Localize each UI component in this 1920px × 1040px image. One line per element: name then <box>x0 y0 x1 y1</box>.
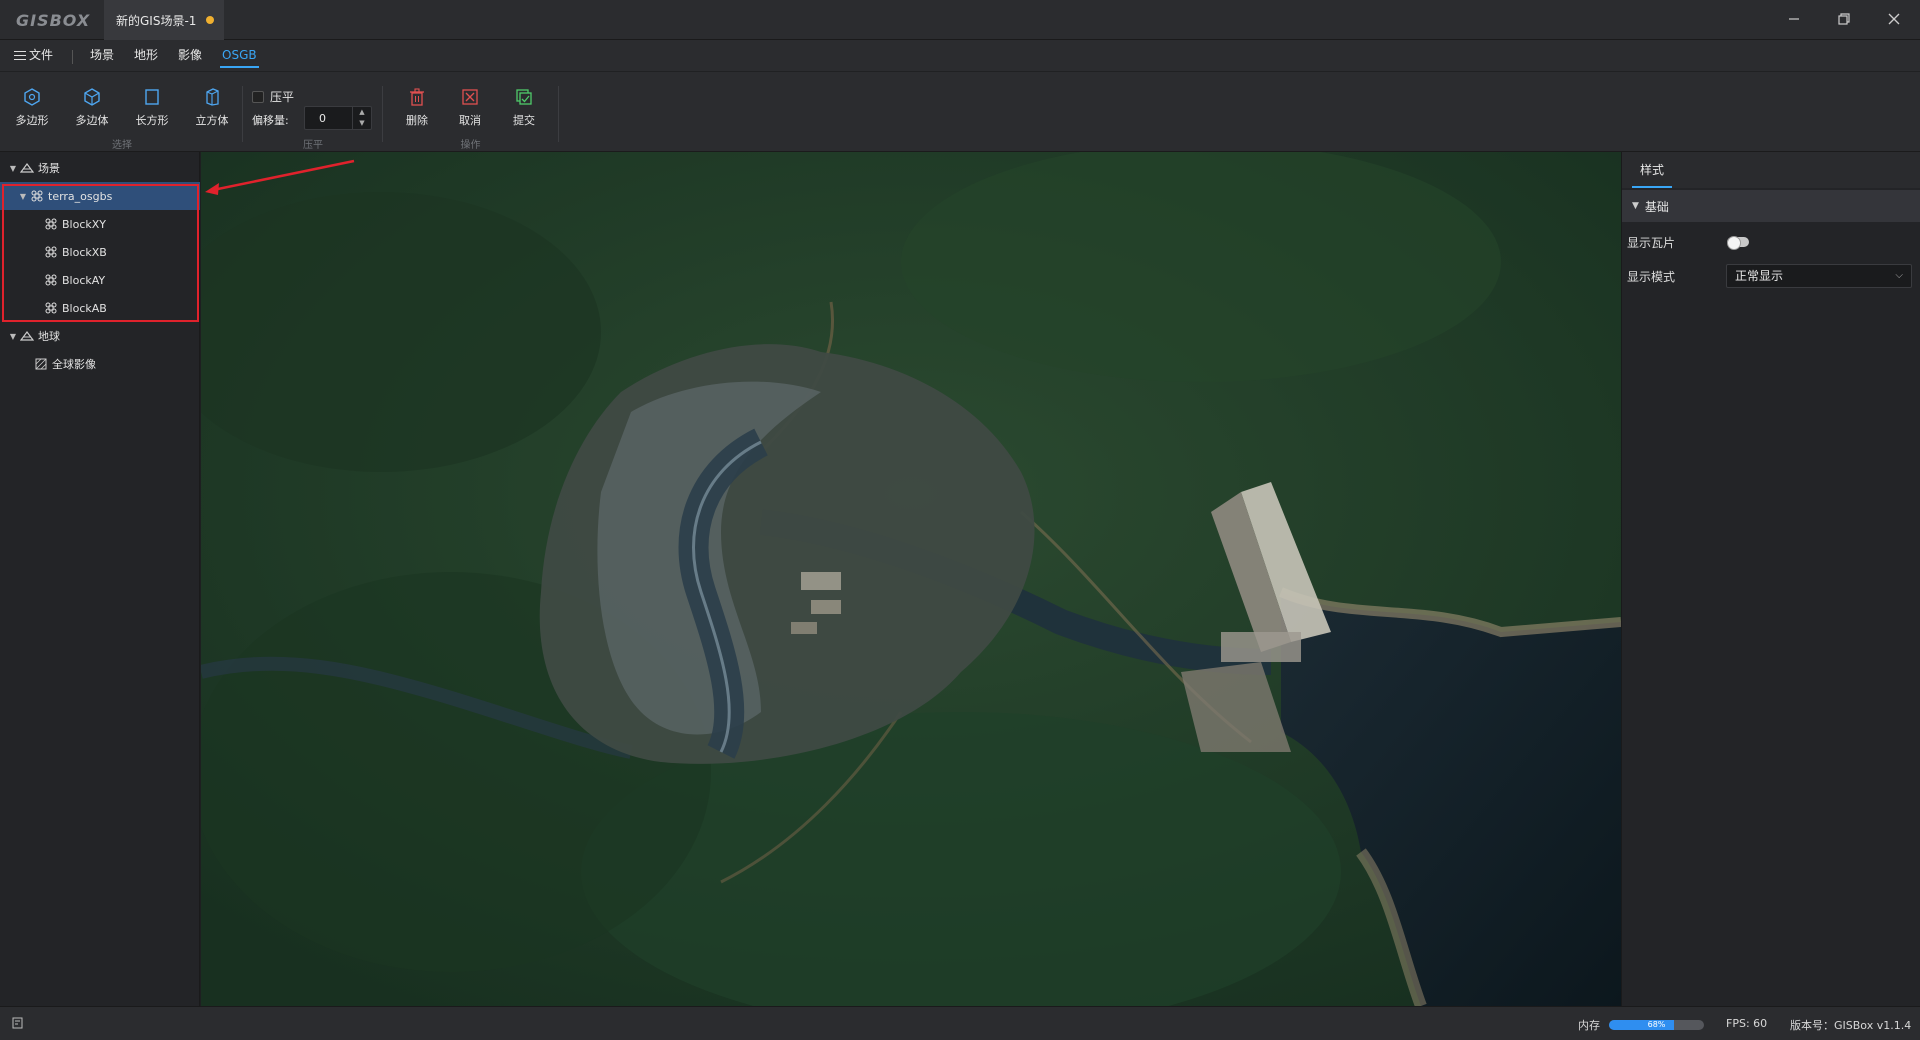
flatten-checkbox-label: 压平 <box>270 90 295 104</box>
offset-stepper[interactable]: ▲ ▼ <box>352 107 371 129</box>
toolbar-divider <box>242 86 243 142</box>
title-bar: GISBOX 新的GIS场景-1 <box>0 0 1920 40</box>
tree-node-terra-osgbs[interactable]: ▼ terra_osgbs <box>0 182 200 210</box>
scene-tree-panel: ▼ 场景 ▼ terra_osgbs BlockXY BlockXB Block… <box>0 152 200 1006</box>
cuboid-button[interactable]: 立方体 <box>188 86 236 130</box>
memory-progress-text: 68% <box>1647 1020 1666 1029</box>
properties-panel: 样式 ▼ 基础 显示瓦片 显示模式 正常显示 ⌵ <box>1621 152 1920 1006</box>
flatten-checkbox[interactable] <box>252 90 264 103</box>
caret-down-icon[interactable]: ▼ <box>16 192 30 201</box>
chevron-down-icon[interactable]: ▼ <box>353 118 371 129</box>
menu-terrain[interactable]: 地形 <box>134 40 158 72</box>
rectangle-button[interactable]: 长方形 <box>128 86 176 130</box>
status-bar: 内存 68% FPS: 60 版本号：GISBox v1.1.4 <box>0 1006 1920 1040</box>
app-logo: GISBOX <box>16 11 91 30</box>
hexagon-icon <box>8 86 56 108</box>
restore-icon[interactable] <box>1832 8 1856 32</box>
minimize-icon[interactable] <box>1782 8 1806 32</box>
properties-tabbar: 样式 <box>1622 152 1920 188</box>
submit-icon <box>500 86 548 108</box>
tab-style[interactable]: 样式 <box>1632 152 1673 188</box>
menu-osgb[interactable]: OSGB <box>220 40 259 72</box>
model-node-icon <box>44 218 58 230</box>
menu-icon <box>14 51 26 60</box>
model-node-icon <box>44 246 58 258</box>
chevron-up-icon[interactable]: ▲ <box>353 107 371 118</box>
memory-progress-bar: 68% <box>1609 1020 1704 1030</box>
menu-bar: 文件 场景 地形 影像 OSGB <box>0 40 1920 72</box>
action-group-label: 操作 <box>460 140 481 151</box>
menu-divider <box>72 50 73 64</box>
file-menu[interactable]: 文件 <box>14 40 53 72</box>
polygon-button[interactable]: 多边形 <box>8 86 56 130</box>
unsaved-indicator-icon <box>206 16 214 24</box>
submit-button[interactable]: 提交 <box>500 86 548 130</box>
tree-node-block[interactable]: BlockAY <box>0 266 200 294</box>
trash-icon <box>393 86 441 108</box>
tree-node-block[interactable]: BlockAB <box>0 294 200 322</box>
aerial-scene <box>201 152 1621 1006</box>
flatten-group-label: 压平 <box>303 140 323 151</box>
offset-label: 偏移量: <box>252 114 289 127</box>
layers-icon <box>20 330 34 342</box>
tree-node-scene[interactable]: ▼ 场景 <box>0 154 200 182</box>
cube-icon <box>68 86 116 108</box>
map-viewport[interactable] <box>201 152 1621 1006</box>
close-icon[interactable] <box>1882 8 1906 32</box>
box-icon <box>188 86 236 108</box>
tree-node-global-imagery[interactable]: 全球影像 <box>0 350 200 378</box>
model-node-icon <box>30 190 44 202</box>
show-tiles-row: 显示瓦片 <box>1622 228 1920 256</box>
chevron-down-icon: ⌵ <box>1895 270 1903 281</box>
display-mode-row: 显示模式 正常显示 ⌵ <box>1622 262 1920 290</box>
document-tab[interactable]: 新的GIS场景-1 <box>104 0 224 40</box>
menu-scene[interactable]: 场景 <box>90 40 114 72</box>
imagery-icon <box>34 358 48 370</box>
caret-down-icon[interactable]: ▼ <box>6 164 20 173</box>
show-tiles-label: 显示瓦片 <box>1627 235 1676 250</box>
section-basic[interactable]: ▼ 基础 <box>1622 190 1920 222</box>
select-group-label: 选择 <box>112 140 132 151</box>
layers-icon <box>20 162 34 174</box>
document-tab-title: 新的GIS场景-1 <box>116 13 197 28</box>
caret-down-icon[interactable]: ▼ <box>6 332 20 341</box>
log-icon[interactable] <box>12 1017 24 1032</box>
toolbar-divider <box>382 86 383 142</box>
delete-button[interactable]: 删除 <box>393 86 441 130</box>
cancel-icon <box>446 86 494 108</box>
model-node-icon <box>44 302 58 314</box>
tree-node-block[interactable]: BlockXB <box>0 238 200 266</box>
tree-node-block[interactable]: BlockXY <box>0 210 200 238</box>
cancel-button[interactable]: 取消 <box>446 86 494 130</box>
flatten-option[interactable]: 压平 <box>252 88 294 105</box>
menu-imagery[interactable]: 影像 <box>178 40 202 72</box>
display-mode-label: 显示模式 <box>1627 269 1676 284</box>
fps-readout: FPS: 60 <box>1726 1017 1768 1030</box>
tree-node-earth[interactable]: ▼ 地球 <box>0 322 200 350</box>
memory-label: 内存 <box>1578 1019 1600 1032</box>
rectangle-icon <box>128 86 176 108</box>
display-mode-select[interactable]: 正常显示 ⌵ <box>1726 264 1912 288</box>
toolbar-divider <box>558 86 559 142</box>
model-node-icon <box>44 274 58 286</box>
caret-down-icon[interactable]: ▼ <box>1632 201 1639 211</box>
polyhedron-button[interactable]: 多边体 <box>68 86 116 130</box>
version-label: 版本号：GISBox v1.1.4 <box>1790 1019 1912 1032</box>
show-tiles-toggle[interactable] <box>1727 236 1749 250</box>
